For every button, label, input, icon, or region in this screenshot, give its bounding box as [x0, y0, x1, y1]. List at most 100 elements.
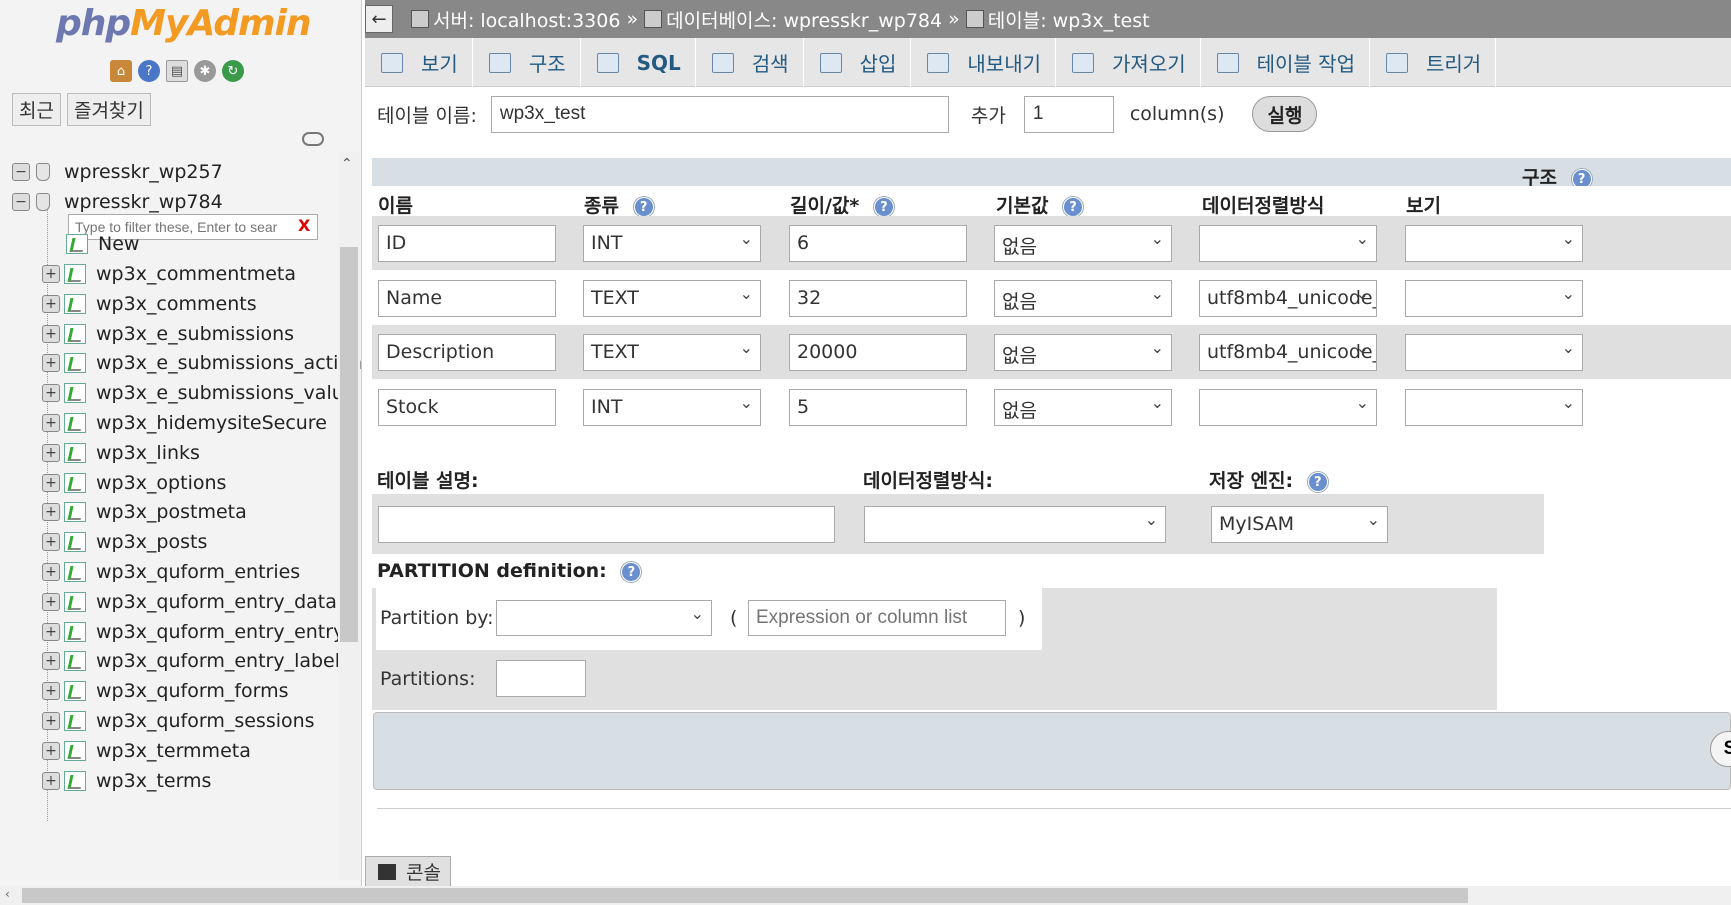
- expand-icon[interactable]: +: [42, 354, 60, 373]
- table-item[interactable]: + wp3x_options: [42, 468, 226, 498]
- column-collation-select[interactable]: utf8mb4_unicode_: [1199, 279, 1377, 317]
- tab-triggers[interactable]: 트리거: [1370, 38, 1497, 87]
- table-item[interactable]: + wp3x_e_submissions: [42, 319, 294, 349]
- column-length-input[interactable]: 20000: [789, 334, 967, 371]
- column-name-input[interactable]: Name: [378, 279, 556, 317]
- table-item[interactable]: + wp3x_e_submissions_value: [42, 378, 355, 408]
- table-item[interactable]: + wp3x_commentmeta: [42, 259, 296, 289]
- breadcrumb-table[interactable]: 테이블: wp3x_test: [988, 6, 1150, 33]
- column-default-select[interactable]: 없음: [994, 279, 1172, 317]
- table-item[interactable]: + wp3x_quform_entries: [42, 557, 300, 587]
- clear-filter-button[interactable]: X: [298, 216, 310, 235]
- column-collation-select[interactable]: [1199, 225, 1377, 262]
- table-item[interactable]: + wp3x_comments: [42, 289, 257, 319]
- help-icon[interactable]: ?: [1063, 196, 1084, 217]
- help-icon[interactable]: ?: [621, 561, 642, 582]
- scroll-thumb[interactable]: [340, 247, 358, 642]
- expand-icon[interactable]: +: [42, 771, 60, 790]
- console-tab[interactable]: 콘솔: [365, 856, 451, 886]
- column-view-select[interactable]: [1405, 334, 1583, 371]
- info-icon[interactable]: ?: [138, 60, 160, 82]
- table-item[interactable]: + wp3x_quform_entry_data: [42, 587, 337, 617]
- column-length-input[interactable]: 32: [789, 279, 967, 317]
- horizontal-scrollbar[interactable]: ‹: [0, 886, 1731, 905]
- table-item[interactable]: + wp3x_quform_entry_labels: [42, 646, 350, 676]
- expand-icon[interactable]: +: [42, 473, 60, 492]
- partition-expression-input[interactable]: [748, 600, 1006, 636]
- column-view-select[interactable]: [1405, 225, 1583, 262]
- column-length-input[interactable]: 6: [789, 225, 967, 262]
- expand-icon[interactable]: +: [42, 622, 60, 641]
- settings-icon[interactable]: ✱: [194, 60, 216, 82]
- column-view-select[interactable]: [1405, 388, 1583, 426]
- reload-icon[interactable]: ↻: [222, 60, 244, 82]
- tab-sql[interactable]: SQL: [581, 38, 696, 87]
- tab-import[interactable]: 가져오기: [1056, 38, 1201, 87]
- table-item[interactable]: + wp3x_postmeta: [42, 497, 247, 527]
- link-icon[interactable]: [302, 132, 324, 146]
- column-collation-select[interactable]: [1199, 388, 1377, 426]
- help-icon[interactable]: ?: [1307, 471, 1328, 492]
- collapse-icon[interactable]: −: [12, 193, 30, 211]
- column-type-select[interactable]: TEXT: [583, 334, 761, 371]
- column-collation-select[interactable]: utf8mb4_unicode_: [1199, 334, 1377, 371]
- column-default-select[interactable]: 없음: [994, 388, 1172, 426]
- docs-icon[interactable]: ▤: [166, 60, 188, 82]
- column-view-select[interactable]: [1405, 279, 1583, 317]
- expand-icon[interactable]: +: [42, 414, 60, 432]
- nav-scrollbar[interactable]: ⌃: [338, 152, 360, 880]
- breadcrumb-server[interactable]: 서버: localhost:3306: [433, 6, 620, 33]
- column-type-select[interactable]: TEXT: [583, 279, 761, 317]
- tab-favorites[interactable]: 즐겨찾기: [66, 93, 151, 126]
- expand-icon[interactable]: +: [42, 324, 60, 343]
- table-comment-input[interactable]: [378, 506, 835, 543]
- table-item[interactable]: + wp3x_quform_entry_entry_: [42, 617, 354, 647]
- table-item[interactable]: + wp3x_e_submissions_action: [42, 348, 361, 378]
- expand-icon[interactable]: +: [42, 563, 60, 581]
- phpmyadmin-logo[interactable]: phpMyAdmin: [56, 3, 311, 44]
- column-default-select[interactable]: 없음: [994, 225, 1172, 262]
- expand-icon[interactable]: +: [42, 712, 60, 730]
- tab-recent[interactable]: 최근: [12, 93, 61, 126]
- help-icon[interactable]: ?: [873, 196, 894, 217]
- column-name-input[interactable]: Description: [378, 334, 556, 371]
- scroll-up-icon[interactable]: ⌃: [341, 156, 353, 172]
- tab-insert[interactable]: 삽입: [804, 38, 912, 87]
- expand-icon[interactable]: +: [42, 682, 60, 701]
- add-columns-input[interactable]: [1023, 95, 1114, 133]
- tab-structure[interactable]: 구조: [473, 38, 581, 87]
- tab-search[interactable]: 검색: [696, 38, 804, 87]
- expand-icon[interactable]: +: [42, 652, 60, 671]
- storage-engine-select[interactable]: MyISAM: [1211, 506, 1388, 543]
- table-name-input[interactable]: [490, 95, 949, 133]
- table-item[interactable]: + wp3x_links: [42, 438, 200, 468]
- new-table-item[interactable]: New: [66, 229, 139, 259]
- table-item[interactable]: + wp3x_hidemysiteSecure: [42, 408, 327, 438]
- expand-icon[interactable]: +: [42, 533, 60, 552]
- column-type-select[interactable]: INT: [583, 225, 761, 262]
- db-item[interactable]: − wpresskr_wp257: [12, 157, 223, 187]
- tab-browse[interactable]: 보기: [365, 38, 473, 87]
- partitions-count-input[interactable]: [496, 660, 586, 697]
- tab-operations[interactable]: 테이블 작업: [1201, 38, 1370, 87]
- collapse-icon[interactable]: −: [12, 163, 30, 181]
- back-arrow-icon[interactable]: ←: [365, 5, 393, 33]
- hscroll-thumb[interactable]: [22, 888, 1468, 903]
- expand-icon[interactable]: +: [42, 443, 60, 462]
- scroll-left-icon[interactable]: ‹: [5, 887, 10, 901]
- save-button[interactable]: S: [1710, 731, 1731, 767]
- column-length-input[interactable]: 5: [789, 388, 967, 426]
- expand-icon[interactable]: +: [42, 384, 60, 403]
- table-item[interactable]: + wp3x_quform_sessions: [42, 706, 315, 736]
- column-name-input[interactable]: Stock: [378, 388, 556, 426]
- expand-icon[interactable]: +: [42, 592, 60, 611]
- partition-by-select[interactable]: [496, 600, 712, 636]
- table-item[interactable]: + wp3x_termmeta: [42, 736, 251, 766]
- column-default-select[interactable]: 없음: [994, 334, 1172, 371]
- expand-icon[interactable]: +: [42, 503, 60, 522]
- go-button[interactable]: 실행: [1252, 96, 1318, 132]
- column-name-input[interactable]: ID: [378, 225, 556, 262]
- help-icon[interactable]: ?: [633, 196, 654, 217]
- column-type-select[interactable]: INT: [583, 388, 761, 426]
- tab-export[interactable]: 내보내기: [911, 38, 1057, 87]
